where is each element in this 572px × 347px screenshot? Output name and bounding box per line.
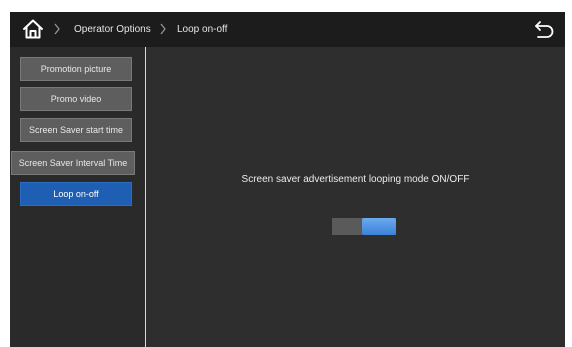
toggle-knob <box>362 218 396 235</box>
breadcrumb-loop-on-off: Loop on-off <box>177 24 228 35</box>
back-arrow-icon[interactable] <box>533 19 555 41</box>
sidebar-item-screen-saver-interval-time[interactable]: Screen Saver Interval Time <box>11 151 135 175</box>
loop-mode-toggle[interactable] <box>332 218 396 235</box>
app-screen: Operator Options Loop on-off Promotion p… <box>10 12 565 347</box>
loop-mode-description: Screen saver advertisement looping mode … <box>241 174 470 185</box>
sidebar-item-loop-on-off[interactable]: Loop on-off <box>20 182 132 206</box>
top-bar: Operator Options Loop on-off <box>10 12 565 47</box>
sidebar: Promotion picture Promo video Screen Sav… <box>10 47 146 347</box>
breadcrumb-operator-options[interactable]: Operator Options <box>74 23 151 36</box>
chevron-right-icon <box>160 23 166 35</box>
chevron-right-icon <box>54 23 60 35</box>
sidebar-item-promotion-picture[interactable]: Promotion picture <box>20 57 132 81</box>
sidebar-item-screen-saver-start-time[interactable]: Screen Saver start time <box>20 118 132 142</box>
home-icon[interactable] <box>22 18 44 40</box>
sidebar-item-promo-video[interactable]: Promo video <box>20 87 132 111</box>
